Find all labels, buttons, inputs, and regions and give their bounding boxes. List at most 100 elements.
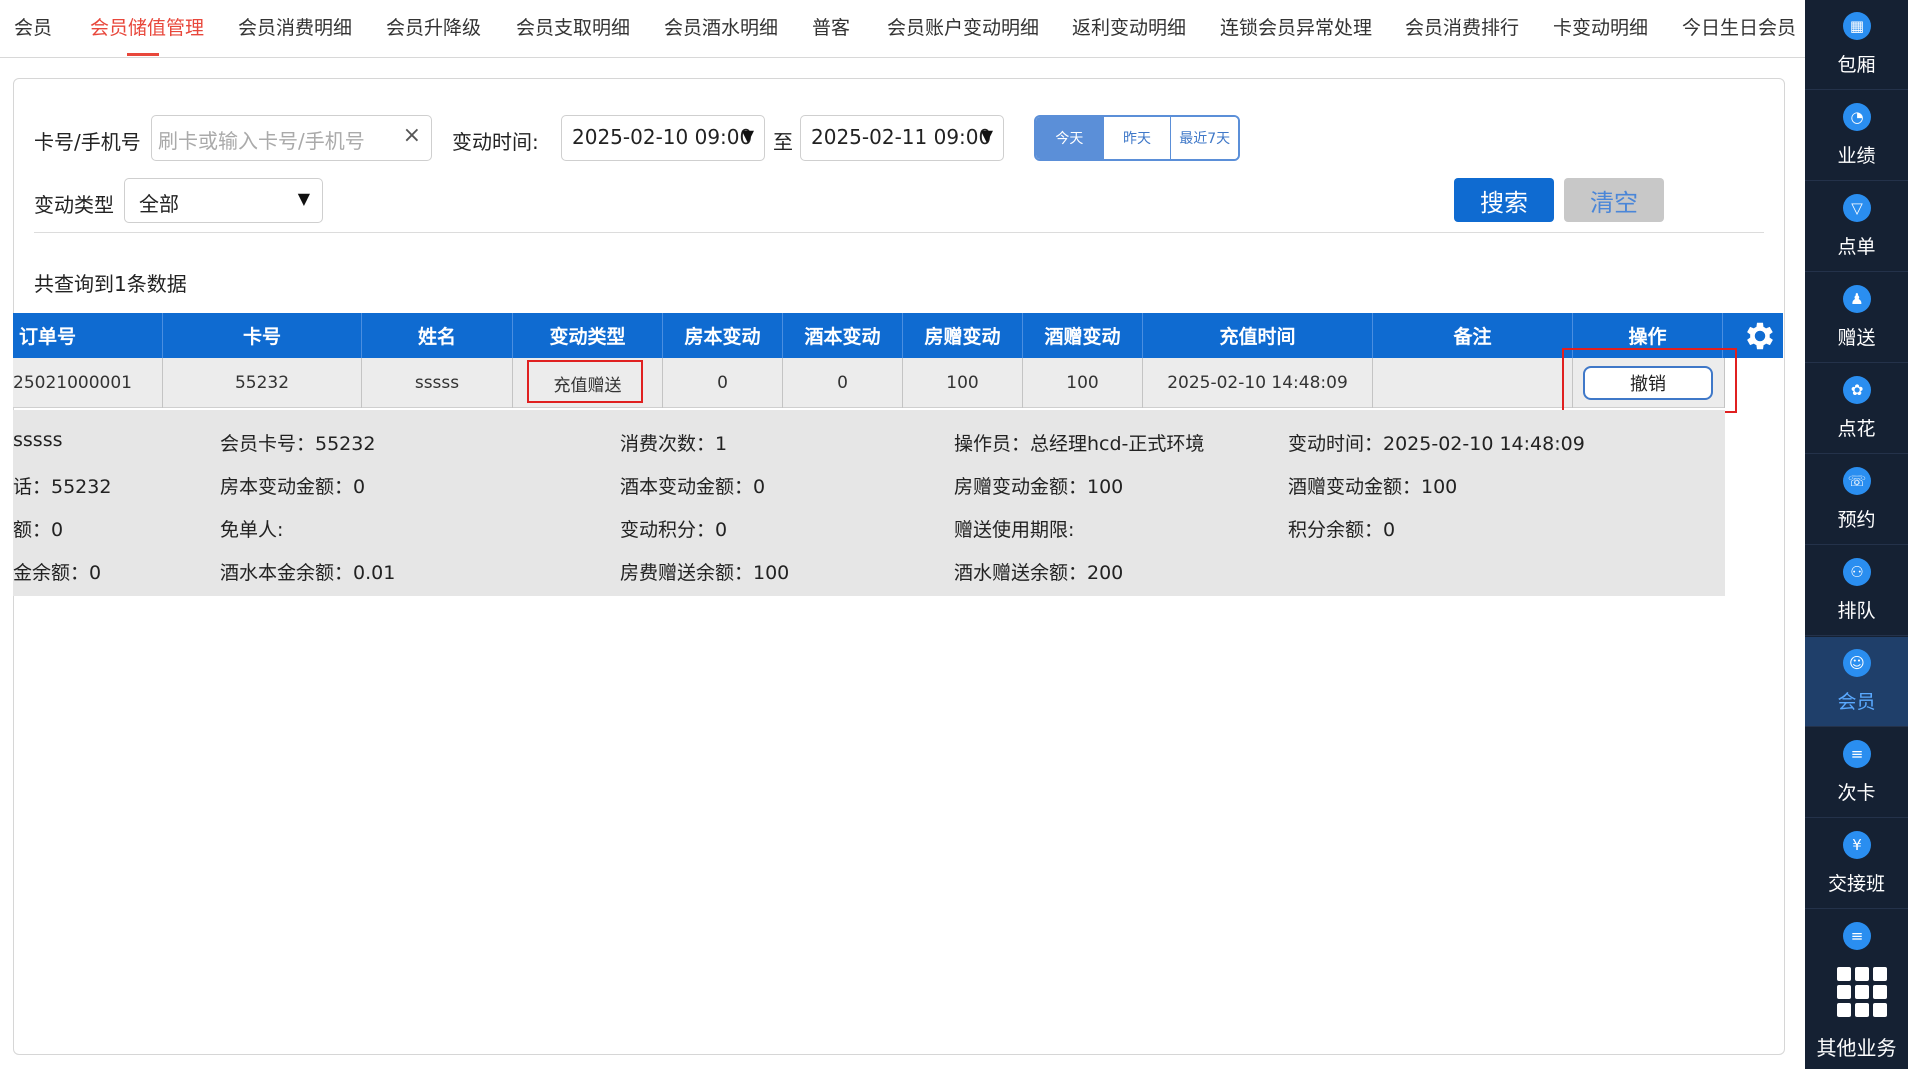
detail-room-principal-amount: 房本变动金额：0 [220, 476, 366, 498]
cell-name: sssss [362, 358, 513, 408]
col-room-gift-change: 房赠变动 [903, 313, 1023, 358]
tab-member-withdraw-detail[interactable]: 会员支取明细 [516, 13, 630, 40]
sidebar-item-shift-handover[interactable]: ¥ 交接班 [1805, 819, 1908, 909]
tab-member-account-change[interactable]: 会员账户变动明细 [887, 13, 1039, 40]
tab-birthday-members[interactable]: 今日生日会员 [1682, 13, 1796, 40]
right-sidebar: ▦ 包厢 ◔ 业绩 ▽ 点单 ♟ 赠送 ✿ 点花 ☏ 预约 ⚇ 排队 ☺ 会员 … [1805, 0, 1908, 1069]
sidebar-item-label: 点花 [1837, 418, 1876, 440]
sidebar-item-label: 点单 [1837, 236, 1876, 258]
change-type-select[interactable]: 全部 ▼ [124, 178, 323, 223]
quick-yesterday-button[interactable]: 昨天 [1102, 117, 1171, 159]
sidebar-more-label: 其他业务 [1816, 1036, 1897, 1060]
detail-operator: 操作员：总经理hcd-正式环境 [954, 433, 1205, 455]
sidebar-item-label: 赠送 [1837, 327, 1876, 349]
sidebar-item-label: 会员 [1837, 691, 1876, 713]
tab-regular-guest[interactable]: 普客 [812, 13, 850, 40]
dropdown-arrow-icon: ▼ [297, 189, 310, 208]
detail-phone: 话：55232 [13, 476, 112, 498]
start-time-value: 2025-02-10 09:00 [572, 125, 753, 149]
col-change-type: 变动类型 [513, 313, 663, 358]
col-recharge-time: 充值时间 [1143, 313, 1373, 358]
time-range-separator: 至 [773, 130, 793, 154]
result-count-text: 共查询到1条数据 [34, 272, 187, 296]
reservation-icon: ☏ [1843, 467, 1871, 495]
tab-member-consume-detail[interactable]: 会员消费明细 [238, 13, 352, 40]
tab-rebate-change[interactable]: 返利变动明细 [1072, 13, 1186, 40]
end-time-select[interactable]: 2025-02-11 09:00 ▼ [800, 115, 1004, 161]
cell-room-principal-change: 0 [663, 358, 783, 408]
change-type-label: 变动类型 [34, 193, 114, 217]
detail-consume-count: 消费次数：1 [620, 433, 728, 455]
gift-hand-icon: ♟ [1843, 285, 1871, 313]
pie-chart-icon: ◔ [1843, 103, 1871, 131]
table-row[interactable]: 25021000001 55232 sssss 充值赠送 0 0 100 100… [13, 358, 1725, 408]
detail-name: sssss [13, 429, 63, 451]
clear-button[interactable]: 清空 [1564, 178, 1664, 222]
sidebar-item-rooms[interactable]: ▦ 包厢 [1805, 0, 1908, 90]
sidebar-item-label: 排队 [1837, 600, 1876, 622]
search-button[interactable]: 搜索 [1454, 178, 1554, 222]
detail-drink-gift-amount: 酒赠变动金额：100 [1288, 476, 1458, 498]
sidebar-item-queue[interactable]: ⚇ 排队 [1805, 546, 1908, 636]
tab-card-change-detail[interactable]: 卡变动明细 [1553, 13, 1648, 40]
quick-today-button[interactable]: 今天 [1036, 117, 1103, 159]
dropdown-arrow-icon: ▼ [741, 126, 754, 145]
tab-chain-member-exception[interactable]: 连锁会员异常处理 [1220, 13, 1372, 40]
tab-member-consume-ranking[interactable]: 会员消费排行 [1405, 13, 1519, 40]
filter-divider [34, 232, 1764, 233]
detail-principal-balance: 金余额：0 [13, 562, 102, 584]
sidebar-item-gift[interactable]: ♟ 赠送 [1805, 273, 1908, 363]
detail-points-change: 变动积分：0 [620, 519, 728, 541]
sidebar-item-count-card[interactable]: ≡ 次卡 [1805, 728, 1908, 818]
sidebar-more-business[interactable]: 其他业务 [1805, 955, 1908, 1069]
detail-points-balance: 积分余额：0 [1288, 519, 1396, 541]
highlight-box-action [1562, 348, 1737, 413]
clear-input-icon[interactable]: × [403, 123, 421, 148]
col-remark: 备注 [1373, 313, 1573, 358]
detail-drink-principal-amount: 酒本变动金额：0 [620, 476, 766, 498]
col-name: 姓名 [362, 313, 513, 358]
quick-7days-button[interactable]: 最近7天 [1170, 117, 1238, 159]
card-phone-input[interactable]: 刷卡或输入卡号/手机号 × [151, 115, 432, 161]
sidebar-item-flowers[interactable]: ✿ 点花 [1805, 364, 1908, 454]
sidebar-item-label: 交接班 [1827, 873, 1885, 895]
detail-amount: 额：0 [13, 519, 64, 541]
start-time-select[interactable]: 2025-02-10 09:00 ▼ [561, 115, 765, 161]
sidebar-item-order[interactable]: ▽ 点单 [1805, 182, 1908, 272]
tab-member-stored-value[interactable]: 会员储值管理 [90, 13, 204, 40]
change-time-label: 变动时间: [452, 130, 539, 154]
rooms-icon: ▦ [1843, 12, 1871, 40]
quick-date-segment: 今天 昨天 最近7天 [1034, 115, 1240, 161]
tab-member-level-change[interactable]: 会员升降级 [386, 13, 481, 40]
cell-drink-gift-change: 100 [1023, 358, 1143, 408]
column-settings-gear-icon[interactable] [1736, 313, 1783, 358]
card-phone-label: 卡号/手机号 [34, 130, 141, 154]
queue-icon: ⚇ [1843, 558, 1871, 586]
tab-member[interactable]: 会员 [14, 13, 52, 40]
shift-handover-icon: ¥ [1843, 831, 1871, 859]
dropdown-arrow-icon: ▼ [980, 126, 993, 145]
end-time-value: 2025-02-11 09:00 [811, 125, 992, 149]
table-header: 订单号 卡号 姓名 变动类型 房本变动 酒本变动 房赠变动 酒赠变动 充值时间 … [13, 313, 1783, 358]
sidebar-item-partial[interactable]: ≡ [1805, 910, 1908, 955]
cell-remark [1373, 358, 1573, 408]
detail-drink-principal-balance: 酒水本金余额：0.01 [220, 562, 396, 584]
list-icon: ≡ [1843, 922, 1871, 950]
cell-card-no: 55232 [163, 358, 362, 408]
highlight-box-change-type [527, 360, 643, 403]
detail-change-time: 变动时间：2025-02-10 14:48:09 [1288, 433, 1585, 455]
sidebar-item-label: 预约 [1837, 509, 1876, 531]
sidebar-item-performance[interactable]: ◔ 业绩 [1805, 91, 1908, 181]
detail-card-no: 会员卡号：55232 [220, 433, 376, 455]
sidebar-item-reservation[interactable]: ☏ 预约 [1805, 455, 1908, 545]
col-card-no: 卡号 [163, 313, 362, 358]
col-drink-gift-change: 酒赠变动 [1023, 313, 1143, 358]
member-icon: ☺ [1843, 649, 1871, 677]
count-card-icon: ≡ [1843, 740, 1871, 768]
sidebar-item-member[interactable]: ☺ 会员 [1805, 637, 1908, 727]
cell-recharge-time: 2025-02-10 14:48:09 [1143, 358, 1373, 408]
detail-room-gift-amount: 房赠变动金额：100 [954, 476, 1124, 498]
tab-member-drinks-detail[interactable]: 会员酒水明细 [664, 13, 778, 40]
sidebar-item-label: 业绩 [1837, 145, 1876, 167]
top-tab-bar: 会员 会员储值管理 会员消费明细 会员升降级 会员支取明细 会员酒水明细 普客 … [0, 0, 1805, 58]
